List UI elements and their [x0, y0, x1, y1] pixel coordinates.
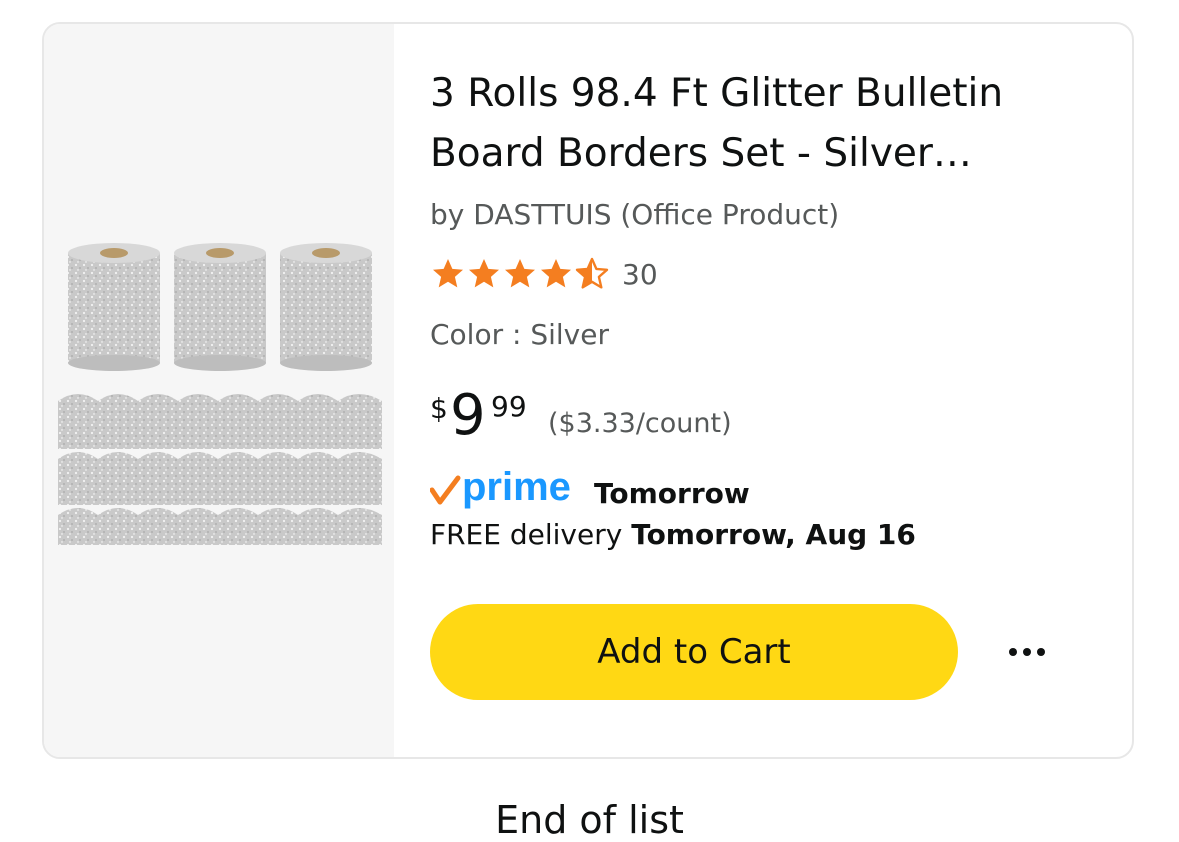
rating-row[interactable]: 30 [430, 254, 658, 294]
add-to-cart-button[interactable]: Add to Cart [430, 604, 958, 700]
star-full-icon [433, 259, 463, 288]
product-byline: by DASTTUIS (Office Product) [430, 198, 840, 231]
product-title[interactable]: 3 Rolls 98.4 Ft Glitter Bulletin Board B… [430, 64, 1070, 184]
prime-logo: prime [430, 466, 571, 509]
prime-delivery-day: Tomorrow [594, 476, 750, 510]
more-options-icon [1009, 648, 1045, 656]
color-variant: Color : Silver [430, 318, 609, 351]
price-whole: 9 [450, 383, 486, 448]
product-thumbnail[interactable] [44, 24, 394, 757]
star-full-icon [469, 259, 499, 288]
prime-logo-text: prime [462, 466, 571, 509]
price-symbol: $ [430, 392, 448, 425]
end-of-list-text: End of list [495, 798, 684, 842]
delivery-prefix: FREE delivery [430, 518, 623, 551]
unit-price: ($3.33/count) [548, 408, 732, 439]
prime-delivery-row: prime Tomorrow [430, 464, 750, 514]
delivery-info: FREE delivery Tomorrow, Aug 16 [430, 518, 916, 551]
product-card[interactable]: 3 Rolls 98.4 Ft Glitter Bulletin Board B… [42, 22, 1134, 759]
star-half-icon [575, 257, 609, 289]
star-full-icon [541, 259, 571, 288]
rating-count: 30 [622, 257, 658, 291]
star-full-icon [505, 259, 535, 288]
star-rating [430, 256, 610, 292]
glitter-border-rolls-image [58, 243, 382, 545]
delivery-date: Tomorrow, Aug 16 [631, 518, 916, 551]
more-options-button[interactable] [1002, 630, 1052, 674]
price-fraction: 99 [491, 390, 527, 423]
